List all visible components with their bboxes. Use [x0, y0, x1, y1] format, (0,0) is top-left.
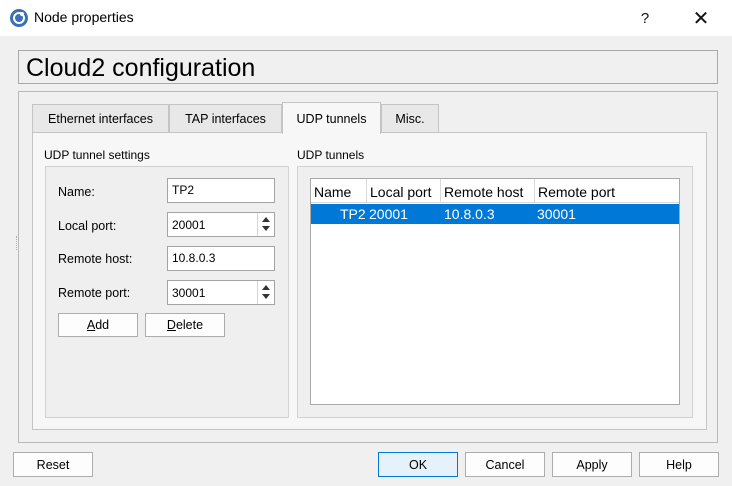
reset-button[interactable]: Reset [13, 452, 93, 477]
window-title: Node properties [34, 9, 134, 25]
spin-up-icon[interactable] [262, 285, 270, 290]
local-port-value: 20001 [172, 218, 206, 232]
tab-ethernet-interfaces[interactable]: Ethernet interfaces [32, 104, 169, 132]
table-header: Name Local port Remote host Remote port [311, 179, 679, 203]
column-header-name[interactable]: Name [311, 179, 367, 203]
gns3-app-icon [10, 9, 28, 27]
remote-port-spin-buttons[interactable] [257, 281, 274, 304]
tab-tap-interfaces[interactable]: TAP interfaces [169, 104, 282, 132]
remote-port-label: Remote port: [58, 286, 131, 300]
add-mnemonic: A [86, 318, 96, 332]
spin-down-icon[interactable] [262, 294, 270, 299]
page-title: Cloud2 configuration [26, 54, 256, 82]
tab-udp-tunnels[interactable]: UDP tunnels [282, 102, 381, 134]
close-icon[interactable]: ✕ [678, 0, 724, 36]
tab-misc[interactable]: Misc. [381, 104, 439, 132]
cancel-button[interactable]: Cancel [465, 452, 545, 477]
remote-host-label: Remote host: [58, 252, 133, 266]
remote-port-value: 30001 [172, 286, 206, 300]
column-header-remote-host[interactable]: Remote host [441, 179, 535, 203]
local-port-spin-buttons[interactable] [257, 213, 274, 236]
tunnels-group-title: UDP tunnels [297, 148, 365, 162]
cell-name: TP2 [340, 206, 366, 222]
spin-up-icon[interactable] [262, 217, 270, 222]
settings-group-title: UDP tunnel settings [44, 148, 150, 162]
column-header-local-port[interactable]: Local port [367, 179, 441, 203]
name-label: Name: [58, 185, 95, 199]
delete-button[interactable]: Delete [145, 313, 225, 337]
delete-mnemonic: D [166, 318, 176, 332]
add-button[interactable]: Add [58, 313, 138, 337]
cell-remote-host: 10.8.0.3 [444, 206, 495, 222]
delete-label-rest: elete [175, 318, 204, 332]
config-header: Cloud2 configuration [18, 50, 718, 84]
apply-button[interactable]: Apply [552, 452, 632, 477]
table-row[interactable]: TP2 20001 10.8.0.3 30001 [311, 204, 679, 224]
cell-local-port: 20001 [369, 206, 408, 222]
help-icon[interactable]: ? [622, 0, 668, 36]
local-port-stepper[interactable]: 20001 [167, 212, 275, 237]
help-button[interactable]: Help [639, 452, 719, 477]
add-label-rest: dd [95, 318, 110, 332]
spin-down-icon[interactable] [262, 226, 270, 231]
remote-port-stepper[interactable]: 30001 [167, 280, 275, 305]
tunnels-table[interactable]: Name Local port Remote host Remote port … [310, 178, 680, 405]
column-header-remote-port[interactable]: Remote port [535, 179, 679, 203]
remote-host-input[interactable]: 10.8.0.3 [167, 246, 275, 271]
title-bar: Node properties ? ✕ [0, 0, 732, 36]
cell-remote-port: 30001 [537, 206, 576, 222]
name-input[interactable]: TP2 [167, 178, 275, 203]
ok-button[interactable]: OK [378, 452, 458, 477]
local-port-label: Local port: [58, 219, 117, 233]
